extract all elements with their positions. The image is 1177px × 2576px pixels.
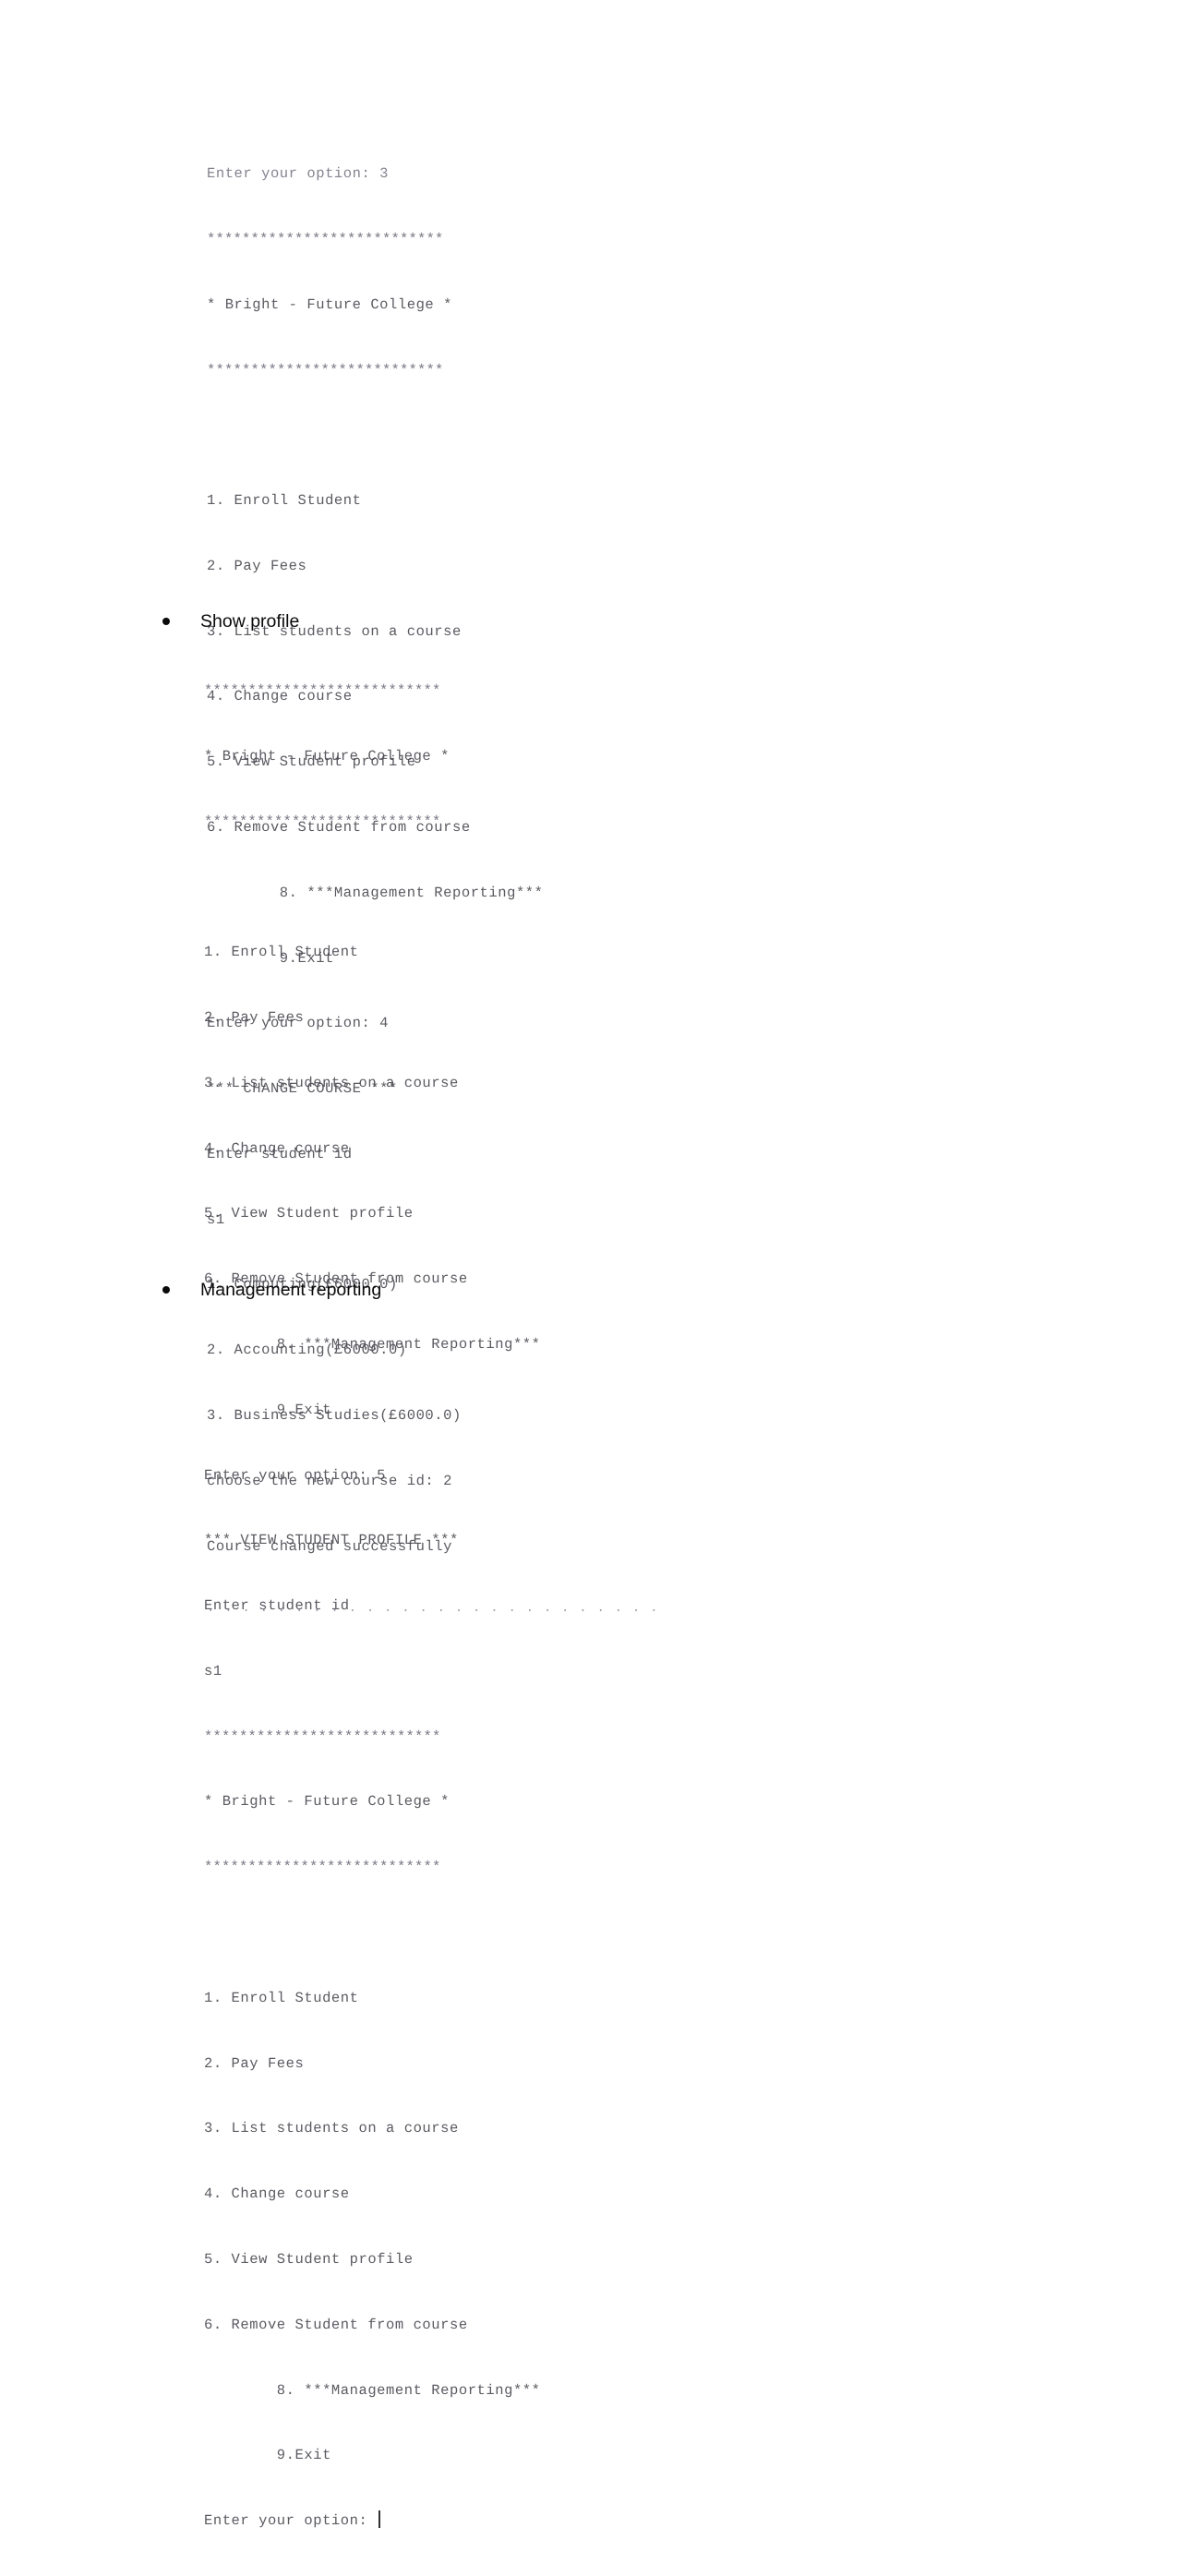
console-menu-item-4: 4. Change course xyxy=(204,2185,350,2203)
console-menu-item-1: 1. Enroll Student xyxy=(207,492,362,510)
console-line-title: * Bright - Future College * xyxy=(204,747,450,764)
console-menu-item-1: 1. Enroll Student xyxy=(204,944,359,961)
bullet-label: Management reporting xyxy=(200,1280,382,1300)
console-input-student-id: s1 xyxy=(204,1662,222,1679)
console-prompt-option: Enter your option: 5 xyxy=(204,1466,387,1484)
console-final-prompt: Enter your option: xyxy=(204,2510,869,2533)
bullet-item-management-reporting: Management reporting xyxy=(162,1278,716,1302)
console-menu-item-1: 1. Enroll Student xyxy=(204,1989,359,2006)
console-menu-item-5: 5. View Student profile xyxy=(204,1205,414,1222)
document-page: Enter your option: 3 *******************… xyxy=(0,0,1177,2529)
console-prompt-student-id: Enter student id xyxy=(204,1597,350,1615)
console-menu-item-8: 8. ***Management Reporting*** xyxy=(204,1336,541,1353)
console-menu-item-5: 5. View Student profile xyxy=(204,2250,414,2268)
console-section-header: *** VIEW STUDENT PROFILE *** xyxy=(204,1532,459,1549)
console-line: *************************** xyxy=(204,1859,441,1876)
console-line: *************************** xyxy=(207,361,444,379)
console-line: *************************** xyxy=(204,682,441,700)
console-menu-item-4: 4. Change course xyxy=(204,1139,350,1157)
console-menu-item-6: 6. Remove Student from course xyxy=(204,2316,468,2333)
console-block-view-profile: *************************** * Bright - F… xyxy=(204,637,869,2576)
console-line-title: * Bright - Future College * xyxy=(207,295,452,313)
console-line: *************************** xyxy=(204,813,441,830)
console-menu-item-9: 9.Exit xyxy=(204,1401,331,1418)
bullet-dot-icon xyxy=(162,618,170,625)
text-cursor-icon xyxy=(378,2510,381,2529)
bullet-dot-icon xyxy=(162,1286,170,1294)
console-menu-item-9: 9.Exit xyxy=(204,2447,331,2464)
console-menu-item-8: 8. ***Management Reporting*** xyxy=(204,2381,541,2399)
console-menu-item-2: 2. Pay Fees xyxy=(207,557,307,574)
bullet-item-show-profile: Show profile xyxy=(162,609,716,633)
console-line: *************************** xyxy=(204,1727,441,1745)
console-menu-item-2: 2. Pay Fees xyxy=(204,2054,305,2072)
bullet-label: Show profile xyxy=(200,611,300,632)
console-menu-item-2: 2. Pay Fees xyxy=(204,1009,305,1027)
console-line-title: * Bright - Future College * xyxy=(204,1793,450,1811)
console-menu-item-3: 3. List students on a course xyxy=(204,1074,459,1091)
console-menu-item-3: 3. List students on a course xyxy=(204,2120,459,2137)
console-truncated-line: Enter your option: 3 xyxy=(207,165,390,183)
console-final-prompt-text: Enter your option: xyxy=(204,2512,378,2530)
console-line: *************************** xyxy=(207,230,444,247)
